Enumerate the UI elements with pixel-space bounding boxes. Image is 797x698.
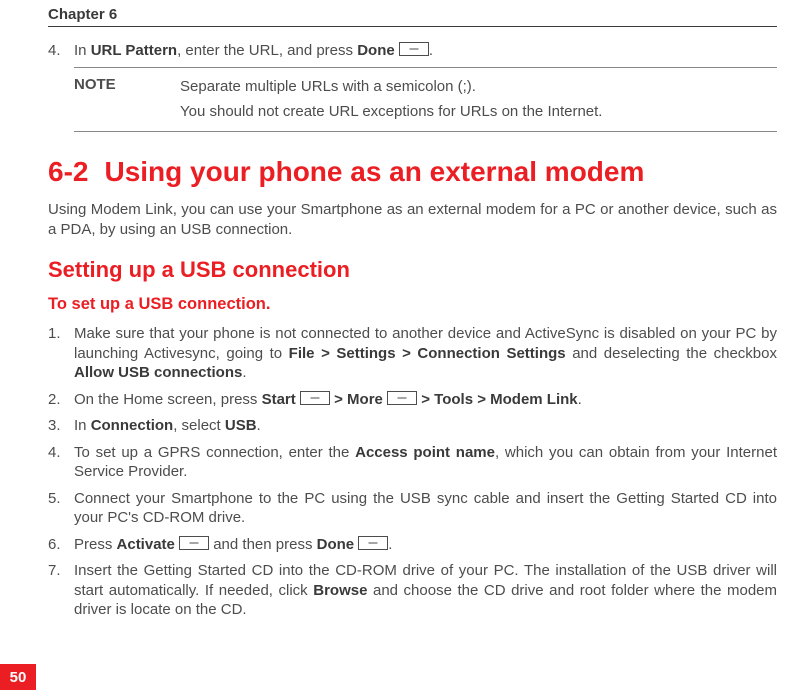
text: .	[388, 536, 392, 553]
note-line-1: Separate multiple URLs with a semicolon …	[180, 76, 777, 98]
page-number-tab: 50	[0, 664, 36, 690]
softkey-icon	[179, 536, 209, 550]
list-item: 4. To set up a GPRS connection, enter th…	[48, 443, 777, 482]
menu-path: File > Settings > Connection Settings	[289, 345, 566, 362]
note-block: NOTE Separate multiple URLs with a semic…	[74, 67, 777, 133]
sub-sub-heading: To set up a USB connection.	[48, 295, 777, 314]
section-title: Using your phone as an external modem	[104, 156, 644, 187]
text: , enter the URL, and press	[177, 42, 357, 59]
step-number: 6.	[48, 535, 74, 555]
step-text: Press Activate and then press Done .	[74, 535, 777, 555]
step-text: In Connection, select USB.	[74, 416, 777, 436]
step-number: 2.	[48, 390, 74, 410]
section-heading: 6-2 Using your phone as an external modem	[48, 156, 777, 188]
text: Connect your Smartphone to the PC using …	[74, 490, 777, 527]
section-intro-paragraph: Using Modem Link, you can use your Smart…	[48, 200, 777, 239]
text: and then press	[209, 536, 317, 553]
list-item: 7. Insert the Getting Started CD into th…	[48, 561, 777, 620]
step-number: 4.	[48, 41, 74, 61]
sub-heading: Setting up a USB connection	[48, 257, 777, 283]
step-number: 5.	[48, 489, 74, 528]
step-text: Insert the Getting Started CD into the C…	[74, 561, 777, 620]
softkey-icon	[399, 42, 429, 56]
field-name: Access point name	[355, 444, 495, 461]
text: On the Home screen, press	[74, 391, 262, 408]
text: In	[74, 417, 91, 434]
checkbox-name: Allow USB connections	[74, 364, 242, 381]
chapter-header: Chapter 6	[48, 0, 777, 27]
softkey-label: Start	[262, 391, 296, 408]
done-label: Done	[357, 42, 395, 59]
list-item: 1. Make sure that your phone is not conn…	[48, 324, 777, 383]
step-number: 7.	[48, 561, 74, 620]
list-item: 3. In Connection, select USB.	[48, 416, 777, 436]
field-name: Connection	[91, 417, 174, 434]
note-line-2: You should not create URL exceptions for…	[180, 101, 777, 123]
option-value: USB	[225, 417, 257, 434]
list-item: 5. Connect your Smartphone to the PC usi…	[48, 489, 777, 528]
list-item: 6. Press Activate and then press Done .	[48, 535, 777, 555]
text: .	[242, 364, 246, 381]
section-number: 6-2	[48, 156, 88, 187]
softkey-icon	[387, 391, 417, 405]
text: .	[429, 42, 433, 59]
step-number: 1.	[48, 324, 74, 383]
step-text: Connect your Smartphone to the PC using …	[74, 489, 777, 528]
menu-path: > Tools > Modem Link	[417, 391, 578, 408]
note-label: NOTE	[74, 76, 180, 124]
step-text: To set up a GPRS connection, enter the A…	[74, 443, 777, 482]
text: Press	[74, 536, 117, 553]
text: and deselecting the checkbox	[566, 345, 777, 362]
step-text: On the Home screen, press Start > More >…	[74, 390, 777, 410]
step-number: 3.	[48, 416, 74, 436]
softkey-icon	[358, 536, 388, 550]
field-name: URL Pattern	[91, 42, 177, 59]
steps-list: 1. Make sure that your phone is not conn…	[48, 324, 777, 620]
note-body: Separate multiple URLs with a semicolon …	[180, 76, 777, 124]
softkey-icon	[300, 391, 330, 405]
text: .	[578, 391, 582, 408]
text: .	[257, 417, 261, 434]
step-number: 4.	[48, 443, 74, 482]
softkey-label: Activate	[117, 536, 175, 553]
step-text: Make sure that your phone is not connect…	[74, 324, 777, 383]
step-text: In URL Pattern, enter the URL, and press…	[74, 41, 777, 61]
text: To set up a GPRS connection, enter the	[74, 444, 355, 461]
softkey-label: > More	[330, 391, 383, 408]
button-name: Browse	[313, 582, 367, 599]
text: In	[74, 42, 91, 59]
text: , select	[173, 417, 225, 434]
intro-step-row: 4. In URL Pattern, enter the URL, and pr…	[48, 41, 777, 61]
list-item: 2. On the Home screen, press Start > Mor…	[48, 390, 777, 410]
softkey-label: Done	[317, 536, 355, 553]
